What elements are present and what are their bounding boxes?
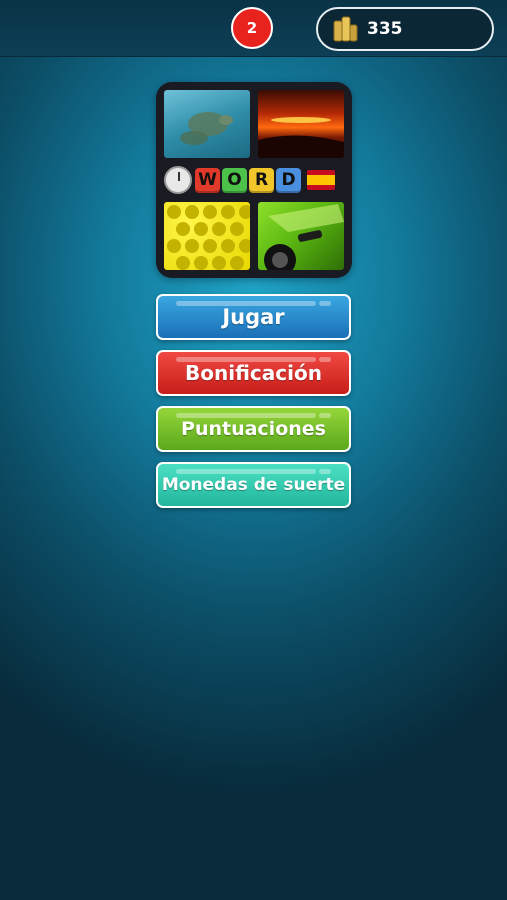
sports-car-photo: [258, 202, 344, 270]
button-shine: [319, 413, 331, 418]
sunset-photo: [258, 90, 344, 158]
letter-tile: R: [249, 167, 274, 193]
spain-flag-icon: [307, 170, 335, 190]
coin-count: 335: [367, 19, 403, 39]
coins-icon: [333, 16, 358, 42]
button-shine: [176, 469, 316, 474]
lucky-coins-label: Monedas de suerte: [161, 475, 346, 495]
game-logo: W O R D: [156, 82, 352, 278]
button-shine: [176, 357, 316, 362]
notification-count: 2: [246, 19, 258, 37]
button-shine: [176, 301, 316, 306]
button-shine: [176, 413, 316, 418]
button-shine: [319, 301, 331, 306]
turtle-photo: [164, 90, 250, 158]
letter-tile: W: [195, 167, 220, 193]
coin-balance[interactable]: 335: [316, 7, 494, 51]
lucky-coins-button[interactable]: Monedas de suerte: [156, 462, 351, 508]
play-label: Jugar: [222, 305, 285, 329]
top-bar: 2 335: [0, 0, 507, 57]
bonus-label: Bonificación: [185, 361, 322, 385]
button-shine: [319, 357, 331, 362]
word-tiles: W O R D: [164, 162, 344, 198]
play-button[interactable]: Jugar: [156, 294, 351, 340]
button-shine: [319, 469, 331, 474]
smileys-photo: [164, 202, 250, 270]
letter-tile: D: [276, 167, 301, 193]
letter-tile: O: [222, 167, 247, 193]
scores-label: Puntuaciones: [181, 418, 326, 440]
bonus-button[interactable]: Bonificación: [156, 350, 351, 396]
stopwatch-icon: [164, 166, 192, 194]
notification-badge[interactable]: 2: [231, 7, 273, 49]
scores-button[interactable]: Puntuaciones: [156, 406, 351, 452]
